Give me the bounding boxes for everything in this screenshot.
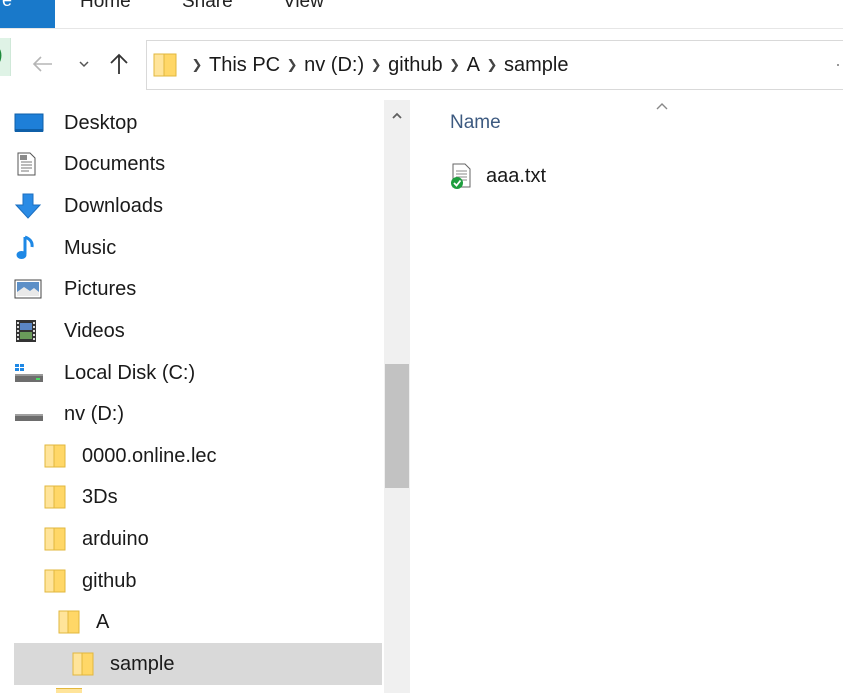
folder-icon (70, 650, 102, 678)
address-dropdown-hint (837, 64, 839, 66)
navigation-pane-scrollbar[interactable] (384, 100, 410, 693)
navigation-pane: Desktop Documents Downloads Music Pictur… (0, 100, 410, 693)
file-list: Name aaa.txt (410, 100, 843, 693)
breadcrumb-this-pc[interactable]: This PC (209, 54, 280, 77)
recent-locations-button[interactable] (72, 48, 96, 80)
clipped-window-edge: ) (0, 38, 11, 76)
folder-icon (42, 483, 74, 511)
downloads-icon (14, 192, 46, 220)
tab-view[interactable]: View (283, 0, 324, 13)
music-icon (14, 234, 46, 262)
sidebar-item-downloads[interactable]: Downloads (14, 185, 382, 227)
breadcrumb-separator[interactable]: ❯ (364, 57, 388, 73)
breadcrumb-sample[interactable]: sample (504, 54, 568, 77)
sidebar-item-0000-online-lec[interactable]: 0000.online.lec (14, 435, 382, 477)
sort-ascending-icon (656, 103, 668, 110)
drive-icon (14, 400, 46, 428)
breadcrumb-separator[interactable]: ❯ (443, 57, 467, 73)
documents-icon (14, 150, 46, 178)
back-button[interactable] (27, 48, 57, 80)
folder-icon (56, 688, 82, 693)
scrollbar-thumb[interactable] (385, 364, 409, 488)
sidebar-item-3ds[interactable]: 3Ds (14, 476, 382, 518)
videos-icon (14, 317, 46, 345)
breadcrumb-github[interactable]: github (388, 54, 443, 77)
desktop-icon (14, 109, 46, 137)
breadcrumb-separator[interactable]: ❯ (480, 57, 504, 73)
system-drive-icon (14, 359, 46, 387)
sidebar-item-videos[interactable]: Videos (14, 310, 382, 352)
up-button[interactable] (104, 48, 134, 80)
folder-icon (42, 525, 74, 553)
list-item[interactable]: aaa.txt (448, 160, 546, 192)
sidebar-item-documents[interactable]: Documents (14, 143, 382, 185)
address-bar[interactable]: ❯ This PC ❯ nv (D:) ❯ github ❯ A ❯ sampl… (146, 40, 843, 90)
breadcrumb-a[interactable]: A (467, 54, 480, 77)
folder-icon (153, 53, 177, 77)
ribbon-tabs: e Home Share View (0, 0, 843, 29)
tab-share[interactable]: Share (182, 0, 233, 13)
pictures-icon (14, 275, 46, 303)
sidebar-item-github[interactable]: github (14, 560, 382, 602)
breadcrumb: ❯ This PC ❯ nv (D:) ❯ github ❯ A ❯ sampl… (185, 41, 569, 89)
chevron-down-icon (79, 61, 89, 68)
sidebar-item-sample[interactable]: sample (14, 643, 382, 685)
sidebar-item-nv-d[interactable]: nv (D:) (14, 393, 382, 435)
breadcrumb-separator[interactable]: ❯ (185, 57, 209, 73)
text-file-synced-icon (448, 162, 474, 190)
folder-icon (56, 608, 88, 636)
breadcrumb-separator[interactable]: ❯ (280, 57, 304, 73)
breadcrumb-nv-d[interactable]: nv (D:) (304, 54, 364, 77)
sidebar-item-arduino[interactable]: arduino (14, 518, 382, 560)
folder-icon (42, 442, 74, 470)
tab-home[interactable]: Home (80, 0, 131, 13)
sidebar-item-music[interactable]: Music (14, 227, 382, 269)
sidebar-item-pictures[interactable]: Pictures (14, 268, 382, 310)
chevron-up-icon (392, 112, 402, 119)
sidebar-item-desktop[interactable]: Desktop (14, 102, 382, 144)
tab-file[interactable]: e (0, 0, 55, 28)
sidebar-item-local-disk-c[interactable]: Local Disk (C:) (14, 352, 382, 394)
folder-icon (42, 567, 74, 595)
sidebar-item-a[interactable]: A (14, 601, 382, 643)
arrow-left-icon (32, 56, 52, 72)
column-header-name[interactable]: Name (450, 112, 501, 134)
arrow-up-icon (110, 53, 128, 74)
scroll-up-button[interactable] (384, 100, 410, 132)
